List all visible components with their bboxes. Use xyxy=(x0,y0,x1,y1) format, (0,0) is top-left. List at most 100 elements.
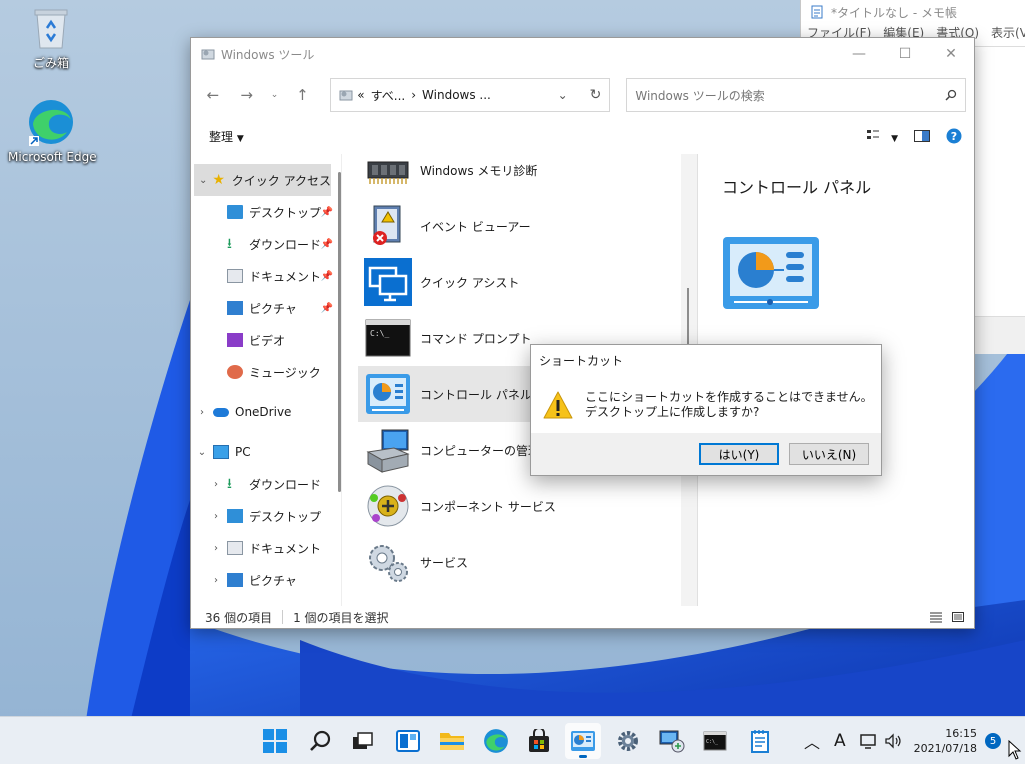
windows-tools-taskbar-button[interactable] xyxy=(565,723,601,759)
explorer-title: Windows ツール xyxy=(221,47,315,62)
close-button[interactable]: ✕ xyxy=(928,38,974,70)
start-button[interactable] xyxy=(257,723,293,759)
notepad-title: *タイトルなし - メモ帳 xyxy=(831,5,957,20)
show-hidden-icons-icon[interactable]: ︿ xyxy=(804,729,820,753)
view-options-button[interactable]: ▼ xyxy=(867,129,898,144)
notification-badge[interactable]: 5 xyxy=(985,733,1001,749)
widgets-button[interactable] xyxy=(390,723,426,759)
file-item[interactable]: クイック アシスト xyxy=(342,254,697,310)
notepad-titlebar[interactable]: *タイトルなし - メモ帳 xyxy=(801,0,1025,24)
computer-management-icon xyxy=(366,429,410,473)
network-icon[interactable] xyxy=(859,733,878,749)
nav-pictures[interactable]: ピクチャ 📌 xyxy=(191,292,341,324)
address-dropdown-icon[interactable]: ⌄ xyxy=(558,88,568,102)
minimize-button[interactable]: — xyxy=(836,38,882,70)
volume-icon[interactable] xyxy=(884,733,902,749)
breadcrumb-windows-tools[interactable]: Windows ... xyxy=(422,88,491,102)
maximize-button[interactable]: ☐ xyxy=(882,38,928,70)
control-panel-icon xyxy=(571,731,595,751)
recycle-bin-icon xyxy=(34,9,68,49)
file-item[interactable]: イベント ビューアー xyxy=(342,198,697,254)
mouse-cursor-icon xyxy=(1008,740,1022,760)
widgets-icon xyxy=(396,730,420,752)
explorer-window[interactable]: Windows ツール — ☐ ✕ ← → ⌄ ↑ « すべ... › Wind… xyxy=(190,37,975,629)
large-icons-view-icon[interactable] xyxy=(952,611,964,623)
file-item[interactable]: Windows メモリ診断 xyxy=(342,142,697,198)
notepad-taskbar-button[interactable] xyxy=(742,723,778,759)
refresh-icon[interactable]: ↻ xyxy=(590,87,602,103)
no-button[interactable]: いいえ(N) xyxy=(789,443,869,465)
nav-documents[interactable]: ドキュメント 📌 xyxy=(191,260,341,292)
recent-locations-button[interactable]: ⌄ xyxy=(267,81,283,109)
chevron-right-icon[interactable]: › xyxy=(205,543,227,554)
nav-music[interactable]: ミュージック xyxy=(191,356,341,388)
up-button[interactable]: ↑ xyxy=(288,81,316,109)
yes-button[interactable]: はい(Y) xyxy=(699,443,779,465)
navigation-pane[interactable]: ⌄ ★ クイック アクセス デスクトップ 📌 ⭳ ダウンロード 📌 ドキュメント… xyxy=(191,154,341,606)
command-prompt-icon: C:\_ xyxy=(365,319,411,357)
shortcut-dialog[interactable]: ショートカット ここにショートカットを作成することはできません。 デスクトップ上… xyxy=(530,344,882,476)
pictures-icon xyxy=(227,301,243,315)
chevron-right-icon[interactable]: › xyxy=(205,575,227,586)
file-label: コンピューターの管理 xyxy=(420,443,541,458)
nav-label: ビデオ xyxy=(249,333,286,348)
nav-label: ドキュメント xyxy=(249,541,322,556)
remote-desktop-taskbar-button[interactable] xyxy=(654,723,690,759)
chevron-down-icon[interactable]: ⌄ xyxy=(194,175,212,186)
address-bar[interactable]: « すべ... › Windows ... ⌄ ↻ xyxy=(330,78,611,112)
file-label: コンポーネント サービス xyxy=(420,499,556,514)
ime-indicator[interactable]: A xyxy=(834,731,846,751)
nav-pc-pictures[interactable]: › ピクチャ xyxy=(191,564,341,596)
notepad-icon xyxy=(751,730,769,753)
back-button[interactable]: ← xyxy=(199,81,227,109)
nav-downloads[interactable]: ⭳ ダウンロード 📌 xyxy=(191,228,341,260)
system-tray: ︿ A 16:15 2021/07/18 5 xyxy=(804,717,1025,764)
clock[interactable]: 16:15 2021/07/18 xyxy=(914,726,977,756)
menu-view[interactable]: 表示(V) xyxy=(991,24,1025,42)
help-icon[interactable]: ? xyxy=(946,128,962,144)
nav-pc-desktop[interactable]: › デスクトップ xyxy=(191,500,341,532)
nav-label: ダウンロード xyxy=(249,237,322,252)
desktop-icon-edge[interactable]: Microsoft Edge xyxy=(8,98,97,164)
event-viewer-icon xyxy=(373,205,401,245)
nav-desktop[interactable]: デスクトップ 📌 xyxy=(191,196,341,228)
dialog-titlebar[interactable]: ショートカット xyxy=(531,345,881,375)
forward-button[interactable]: → xyxy=(233,81,261,109)
command-prompt-taskbar-button[interactable]: C:\_ xyxy=(697,723,733,759)
organize-button[interactable]: 整理 ▼ xyxy=(209,128,244,145)
file-item-selected[interactable]: コントロール パネル xyxy=(358,366,558,422)
control-panel-icon xyxy=(366,374,410,414)
pin-icon: 📌 xyxy=(320,302,333,314)
star-icon: ★ xyxy=(212,172,225,188)
dialog-body: ここにショートカットを作成することはできません。 デスクトップ上に作成しますか? xyxy=(531,375,881,435)
file-explorer-taskbar-button[interactable] xyxy=(434,723,470,759)
nav-label: ダウンロード xyxy=(249,477,322,492)
nav-quick-access[interactable]: ⌄ ★ クイック アクセス xyxy=(194,164,331,196)
nav-videos[interactable]: ビデオ xyxy=(191,324,341,356)
nav-pc-downloads[interactable]: › ⭳ ダウンロード xyxy=(191,468,341,500)
item-count: 36 個の項目 xyxy=(205,610,273,625)
search-box[interactable]: Windows ツールの検索 xyxy=(626,78,966,112)
file-item[interactable]: コンポーネント サービス xyxy=(342,478,697,534)
breadcrumb-all[interactable]: すべ... xyxy=(371,87,406,104)
organize-label: 整理 xyxy=(209,129,234,144)
settings-taskbar-button[interactable] xyxy=(610,723,646,759)
chevron-down-icon[interactable]: ⌄ xyxy=(191,447,213,458)
nav-pc[interactable]: ⌄ PC xyxy=(191,436,341,468)
desktop-icon-recycle-bin[interactable]: ごみ箱 xyxy=(8,6,94,71)
nav-pc-documents[interactable]: › ドキュメント xyxy=(191,532,341,564)
address-overflow[interactable]: « xyxy=(357,88,364,102)
store-taskbar-button[interactable] xyxy=(521,723,557,759)
chevron-right-icon[interactable]: › xyxy=(205,511,227,522)
preview-pane-icon[interactable] xyxy=(914,130,930,142)
dialog-message-line2: デスクトップ上に作成しますか? xyxy=(585,405,760,419)
chevron-right-icon[interactable]: › xyxy=(205,479,227,490)
file-item[interactable]: サービス xyxy=(342,534,697,590)
edge-taskbar-button[interactable] xyxy=(478,723,514,759)
nav-onedrive[interactable]: › OneDrive xyxy=(191,396,341,428)
task-view-button[interactable] xyxy=(345,723,381,759)
chevron-right-icon[interactable]: › xyxy=(191,407,213,418)
taskbar-search-button[interactable] xyxy=(302,723,338,759)
explorer-titlebar[interactable]: Windows ツール — ☐ ✕ xyxy=(191,38,974,70)
details-view-icon[interactable] xyxy=(930,611,942,623)
